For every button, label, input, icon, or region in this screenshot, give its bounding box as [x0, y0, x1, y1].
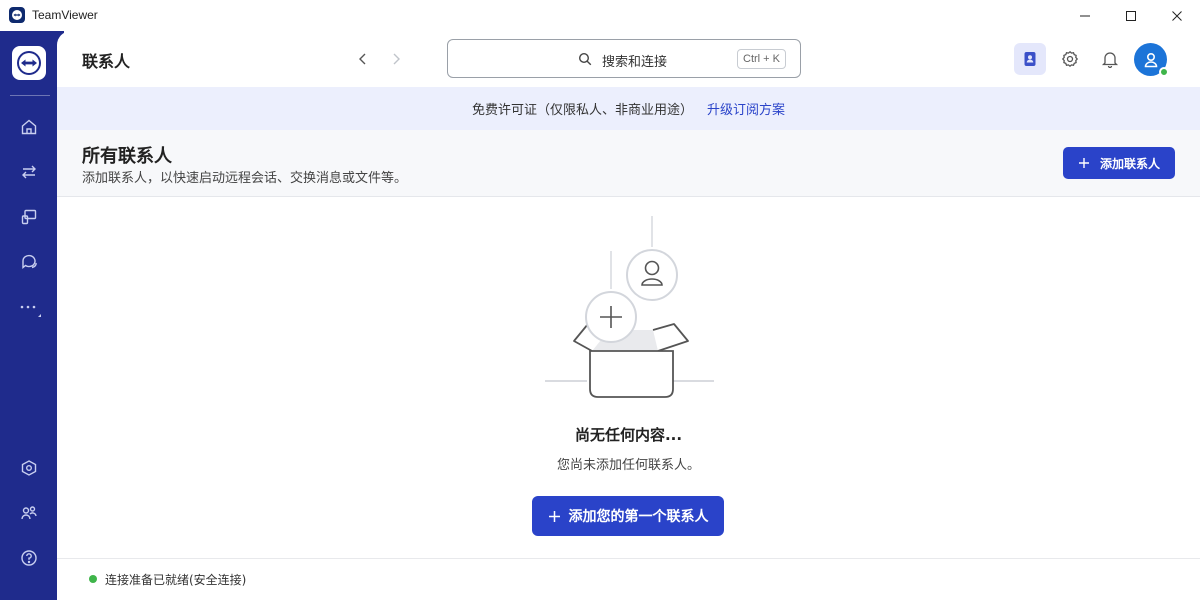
section-subtitle: 添加联系人，以快速启动远程会话、交换消息或文件等。 — [82, 171, 408, 186]
settings-button[interactable] — [1054, 43, 1086, 75]
sidebar-item-devices[interactable] — [16, 204, 42, 230]
license-text: 免费许可证（仅限私人、非商业用途） — [471, 103, 693, 118]
user-avatar-icon — [1144, 52, 1157, 67]
minimize-icon — [1080, 15, 1090, 16]
add-first-contact-button[interactable]: 添加您的第一个联系人 — [532, 496, 724, 536]
empty-state-subtitle: 您尚未添加任何联系人。 — [556, 458, 700, 473]
home-icon — [21, 119, 37, 135]
online-status-dot — [1159, 67, 1169, 77]
gear-icon — [1061, 50, 1079, 68]
connection-status-dot — [89, 575, 97, 583]
add-contact-button[interactable]: 添加联系人 — [1063, 147, 1175, 179]
sidebar-item-help[interactable] — [16, 545, 42, 571]
sidebar-item-more[interactable] — [16, 294, 42, 320]
notifications-button[interactable] — [1094, 43, 1126, 75]
forward-button[interactable] — [386, 49, 406, 69]
transfer-arrows-icon — [22, 165, 36, 179]
chat-icon — [22, 254, 37, 269]
plus-icon — [1078, 158, 1089, 168]
back-button[interactable] — [353, 49, 373, 69]
sidebar-item-home[interactable] — [16, 114, 42, 140]
close-button[interactable] — [1154, 0, 1200, 31]
sidebar-item-chat[interactable] — [16, 249, 42, 275]
sidebar-divider — [10, 95, 50, 96]
teamviewer-logo-icon — [17, 51, 41, 75]
people-icon — [21, 506, 37, 520]
connection-status-text: 连接准备已就绪(安全连接) — [105, 573, 247, 587]
search-input[interactable]: 搜索和连接 Ctrl + K — [447, 39, 801, 78]
add-first-contact-label: 添加您的第一个联系人 — [568, 509, 709, 525]
bell-icon — [1101, 52, 1119, 68]
open-box-icon — [573, 323, 689, 398]
sidebar — [0, 31, 64, 600]
search-shortcut: Ctrl + K — [737, 49, 786, 69]
search-placeholder: 搜索和连接 — [602, 55, 668, 70]
page-title: 联系人 — [82, 52, 131, 71]
minimize-button[interactable] — [1062, 0, 1108, 31]
plus-icon — [548, 510, 560, 522]
empty-state-title: 尚无任何内容... — [574, 426, 683, 444]
section-header: 所有联系人 添加联系人，以快速启动远程会话、交换消息或文件等。 添加联系人 — [57, 130, 1200, 197]
plus-circle-icon — [585, 291, 637, 343]
close-icon — [1172, 10, 1182, 21]
chevron-left-icon — [359, 53, 366, 65]
search-icon — [578, 52, 592, 66]
sidebar-item-people[interactable] — [16, 500, 42, 526]
header: 联系人 搜索和连接 Ctrl + K — [57, 31, 1200, 87]
user-avatar[interactable] — [1134, 43, 1169, 77]
main-panel: 联系人 搜索和连接 Ctrl + K 免费许可证（仅限私人、非商业用途） 升级订… — [57, 31, 1200, 600]
remote-device-icon — [21, 209, 37, 225]
contacts-button[interactable] — [1014, 43, 1046, 75]
title-bar: TeamViewer — [0, 0, 1200, 31]
maximize-button[interactable] — [1108, 0, 1154, 31]
chevron-right-icon — [393, 53, 400, 65]
add-contact-label: 添加联系人 — [1099, 156, 1160, 171]
help-icon — [21, 550, 37, 566]
window-title: TeamViewer — [32, 8, 98, 22]
teamviewer-logo-icon — [9, 7, 25, 23]
license-banner: 免费许可证（仅限私人、非商业用途） 升级订阅方案 — [57, 87, 1200, 130]
teamviewer-logo[interactable] — [12, 46, 46, 80]
status-bar: 连接准备已就绪(安全连接) — [57, 558, 1200, 600]
empty-box-illustration — [545, 216, 714, 398]
sidebar-item-remote[interactable] — [16, 159, 42, 185]
contacts-book-icon — [1024, 52, 1036, 66]
sidebar-item-security[interactable] — [16, 455, 42, 481]
section-title: 所有联系人 — [82, 146, 172, 167]
settings-shield-icon — [21, 460, 37, 476]
maximize-icon — [1126, 10, 1136, 21]
person-circle-icon — [626, 249, 678, 301]
more-icon — [20, 305, 41, 317]
upgrade-link[interactable]: 升级订阅方案 — [707, 99, 785, 118]
